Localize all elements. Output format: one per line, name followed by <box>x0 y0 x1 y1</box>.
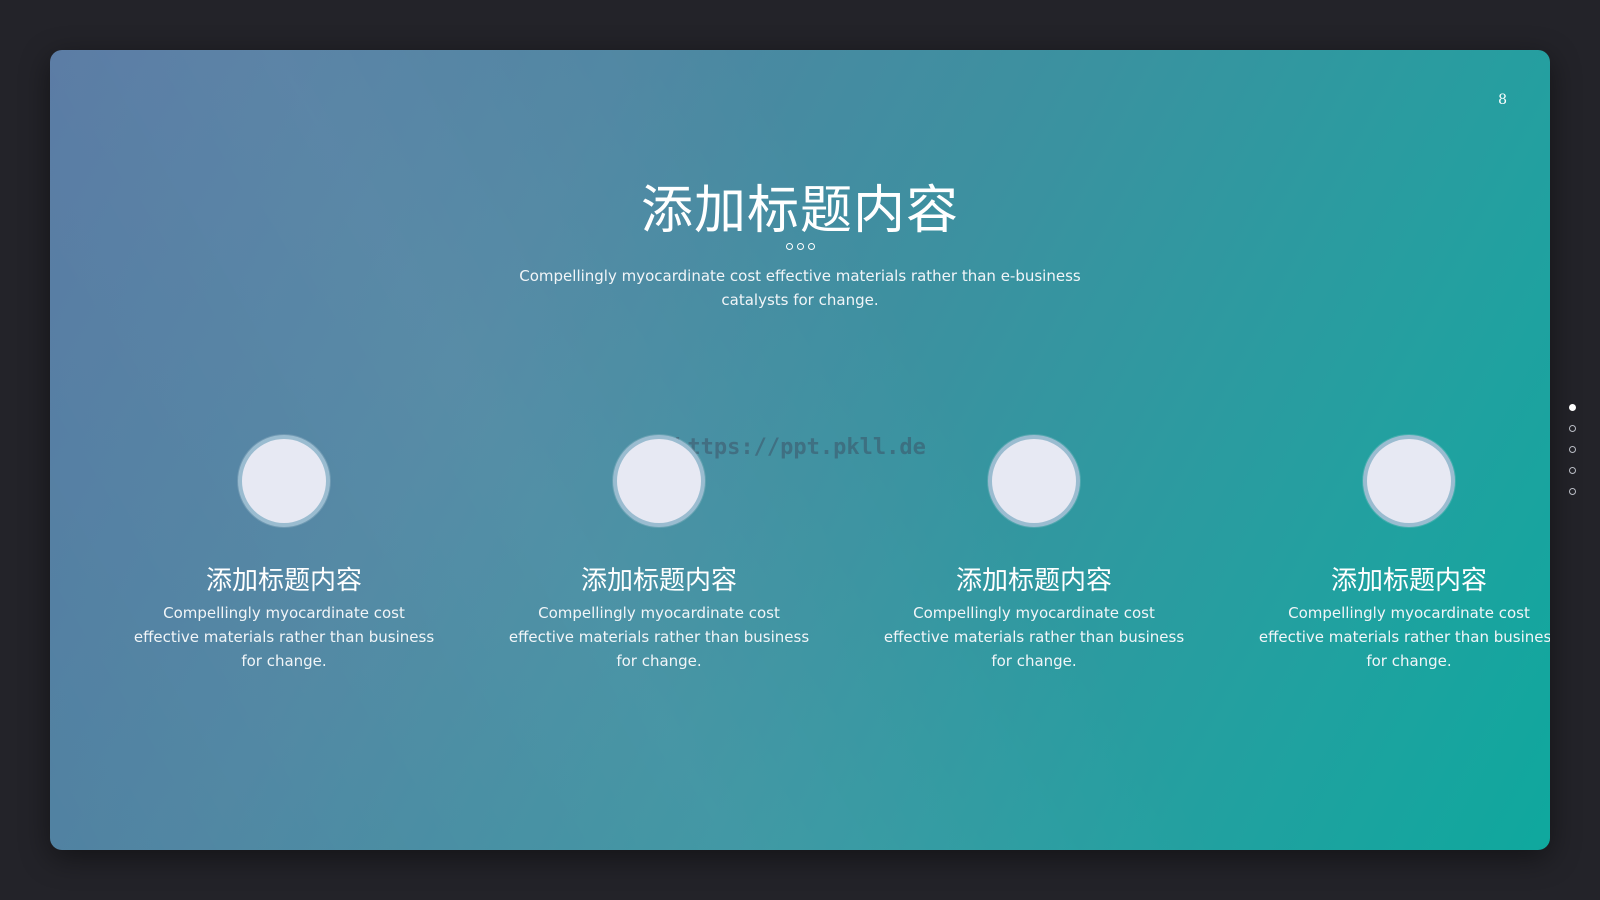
feature-description: Compellingly myocardinate cost effective… <box>133 604 435 670</box>
feature-item: 添加标题内容 Compellingly myocardinate cost ef… <box>1244 435 1550 673</box>
feature-circle-icon <box>238 435 330 527</box>
feature-title: 添加标题内容 <box>205 566 362 596</box>
feature-item: 添加标题内容 Compellingly myocardinate cost ef… <box>869 435 1199 673</box>
feature-title: 添加标题内容 <box>580 566 737 596</box>
feature-description: Compellingly myocardinate cost effective… <box>883 604 1185 670</box>
nav-dot-slide-1[interactable] <box>1569 404 1576 411</box>
feature-circle-icon <box>613 435 705 527</box>
feature-title: 添加标题内容 <box>955 566 1112 596</box>
slide: 8 添加标题内容 Compellingly myocardinate cost … <box>50 50 1550 850</box>
feature-circle-icon <box>1363 435 1455 527</box>
presentation-viewer: 8 添加标题内容 Compellingly myocardinate cost … <box>0 0 1600 900</box>
nav-dot-slide-2[interactable] <box>1569 425 1576 432</box>
nav-dot-slide-3[interactable] <box>1569 446 1576 453</box>
slide-navigation <box>1569 404 1577 509</box>
feature-description: Compellingly myocardinate cost effective… <box>508 604 810 670</box>
nav-dot-slide-4[interactable] <box>1569 467 1576 474</box>
feature-list: 添加标题内容 Compellingly myocardinate cost ef… <box>50 50 1550 850</box>
feature-description: Compellingly myocardinate cost effective… <box>1258 604 1550 670</box>
feature-item: 添加标题内容 Compellingly myocardinate cost ef… <box>119 435 449 673</box>
feature-circle-icon <box>988 435 1080 527</box>
nav-dot-slide-5[interactable] <box>1569 488 1576 495</box>
feature-item: 添加标题内容 Compellingly myocardinate cost ef… <box>494 435 824 673</box>
feature-title: 添加标题内容 <box>1330 566 1487 596</box>
